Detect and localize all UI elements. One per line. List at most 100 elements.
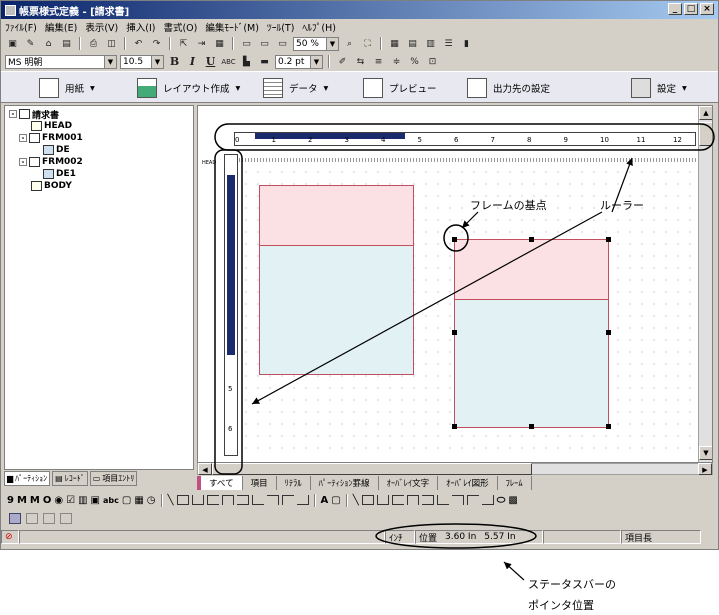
paper-button[interactable]: 用紙 ▾ bbox=[39, 76, 95, 100]
text-box-icon[interactable]: ▢ bbox=[122, 495, 131, 506]
strike-icon[interactable]: ≑ bbox=[389, 55, 404, 68]
vertical-ruler[interactable]: 567 bbox=[224, 154, 238, 456]
bracket-right-icon[interactable] bbox=[421, 495, 434, 505]
bracket-right-icon[interactable] bbox=[236, 495, 249, 505]
tab-overlay-shapes[interactable]: ｵｰﾊﾞﾚｲ図形 bbox=[438, 475, 498, 490]
menu-tools[interactable]: ﾂｰﾙ(T) bbox=[267, 20, 294, 34]
line-width-select[interactable]: 0.2 pt ▼ bbox=[275, 54, 323, 69]
line-tool-icon[interactable]: ╲ bbox=[168, 495, 174, 506]
preview-button[interactable]: プレビュー bbox=[363, 76, 437, 100]
abc-icon[interactable]: ABC bbox=[221, 55, 236, 68]
menu-view[interactable]: 表示(V) bbox=[85, 20, 118, 34]
resize-handle[interactable] bbox=[606, 330, 611, 335]
corner2-icon[interactable] bbox=[266, 495, 279, 505]
menu-file[interactable]: ﾌｧｲﾙ(F) bbox=[5, 20, 37, 34]
tree-node-de1[interactable]: DE1 bbox=[43, 168, 76, 180]
frame-icon[interactable]: ⊡ bbox=[425, 55, 440, 68]
list-icon[interactable]: ☰ bbox=[441, 37, 456, 50]
collapse-icon[interactable]: - bbox=[19, 134, 27, 142]
tab-partition[interactable]: ▆ ﾊﾟｰﾃｨｼｮﾝ bbox=[4, 471, 51, 486]
corner3-icon[interactable] bbox=[281, 495, 294, 505]
image-icon[interactable]: ▣ bbox=[91, 495, 100, 506]
bold-button[interactable]: B bbox=[167, 55, 182, 68]
align-icon[interactable]: ⇆ bbox=[353, 55, 368, 68]
table2-icon[interactable]: ▤ bbox=[405, 37, 420, 50]
layout-button[interactable]: レイアウト作成 ▾ bbox=[137, 76, 240, 100]
frame-frm002[interactable] bbox=[454, 239, 609, 428]
align2-icon[interactable]: ≡ bbox=[371, 55, 386, 68]
window3-icon[interactable]: ▭ bbox=[275, 37, 290, 50]
clock-icon[interactable]: ◷ bbox=[147, 495, 156, 506]
scroll-thumb[interactable] bbox=[212, 463, 532, 475]
scroll-up-icon[interactable]: ▲ bbox=[699, 106, 712, 120]
open-icon[interactable]: ⌂ bbox=[41, 37, 56, 50]
scroll-left-icon[interactable]: ◀ bbox=[198, 463, 212, 475]
fill-color-icon[interactable]: ▙ bbox=[239, 55, 254, 68]
rect-tool-icon[interactable] bbox=[361, 495, 374, 505]
document-icon[interactable]: ▤ bbox=[59, 37, 74, 50]
collapse-icon[interactable]: - bbox=[9, 110, 17, 118]
pointer-icon[interactable]: ⇱ bbox=[176, 37, 191, 50]
bars-icon[interactable]: ▮ bbox=[459, 37, 474, 50]
ellipse-tool-icon[interactable]: ⬭ bbox=[497, 495, 506, 506]
page-icon[interactable] bbox=[9, 512, 21, 524]
brush-icon[interactable]: ✐ bbox=[335, 55, 350, 68]
mixed-field-tool[interactable]: M bbox=[17, 495, 27, 506]
overlay-textbox-icon[interactable]: ▢ bbox=[331, 495, 340, 506]
font-select[interactable]: MS 明朝 ▼ bbox=[5, 54, 117, 69]
scroll-down-icon[interactable]: ▼ bbox=[699, 446, 712, 460]
resize-handle[interactable] bbox=[606, 237, 611, 242]
grid-icon[interactable]: ▦ bbox=[212, 37, 227, 50]
bracket-top-icon[interactable] bbox=[406, 495, 419, 505]
undo-icon[interactable]: ↶ bbox=[131, 37, 146, 50]
scroll-thumb[interactable] bbox=[699, 122, 712, 146]
radio-icon[interactable]: ◉ bbox=[54, 495, 63, 506]
tab-all[interactable]: すべて bbox=[197, 475, 243, 490]
redo-icon[interactable]: ↷ bbox=[149, 37, 164, 50]
insert-icon[interactable]: ⇥ bbox=[194, 37, 209, 50]
mixed-field-tool-2[interactable]: M bbox=[30, 495, 40, 506]
window-icon[interactable]: ▭ bbox=[239, 37, 254, 50]
bracket-top-icon[interactable] bbox=[221, 495, 234, 505]
tree-node-frm001[interactable]: - FRM001 bbox=[19, 132, 83, 144]
corner-icon[interactable] bbox=[251, 495, 264, 505]
frame-origin-handle[interactable] bbox=[452, 237, 457, 242]
edit-icon[interactable]: ✎ bbox=[23, 37, 38, 50]
line-color-icon[interactable]: ▬ bbox=[257, 55, 272, 68]
resize-handle[interactable] bbox=[452, 424, 457, 429]
corner4-icon[interactable] bbox=[481, 495, 494, 505]
table-icon[interactable]: ▦ bbox=[387, 37, 402, 50]
resize-handle[interactable] bbox=[606, 424, 611, 429]
menu-help[interactable]: ﾍﾙﾌﾟ(H) bbox=[302, 20, 336, 34]
barcode-icon[interactable]: ▥ bbox=[78, 495, 87, 506]
tree-node-body[interactable]: BODY bbox=[31, 180, 72, 192]
minimize-button[interactable]: _ bbox=[668, 3, 682, 15]
zoom-select[interactable]: 50 % ▼ bbox=[293, 36, 339, 51]
corner-icon[interactable] bbox=[436, 495, 449, 505]
close-button[interactable]: × bbox=[700, 3, 714, 15]
zoom-icon[interactable]: ⌕ bbox=[342, 37, 357, 50]
frame-frm001[interactable] bbox=[259, 185, 414, 375]
font-size-select[interactable]: 10.5 ▼ bbox=[120, 54, 164, 69]
page3-icon[interactable] bbox=[43, 512, 55, 524]
menu-format[interactable]: 書式(O) bbox=[163, 20, 197, 34]
bracket-left-icon[interactable] bbox=[391, 495, 404, 505]
rect-tool-icon[interactable] bbox=[176, 495, 189, 505]
tree-node-invoice[interactable]: - 請求書 bbox=[9, 108, 59, 121]
picture-tool-icon[interactable]: ▩ bbox=[508, 495, 517, 506]
resize-handle[interactable] bbox=[452, 330, 457, 335]
tree-node-frm002[interactable]: - FRM002 bbox=[19, 156, 83, 168]
corner4-icon[interactable] bbox=[296, 495, 309, 505]
resize-handle[interactable] bbox=[529, 237, 534, 242]
tab-partition-lines[interactable]: ﾊﾟｰﾃｨｼｮﾝ罫線 bbox=[310, 475, 379, 490]
page2-icon[interactable] bbox=[26, 512, 38, 524]
tab-field-entry[interactable]: ▭ 項目ｴﾝﾄﾘ bbox=[89, 471, 138, 486]
tab-fields[interactable]: 項目 bbox=[242, 475, 277, 490]
settings-button[interactable]: 設定 ▾ bbox=[631, 76, 687, 100]
print-preview-icon[interactable]: ◫ bbox=[104, 37, 119, 50]
vertical-scrollbar[interactable]: ▲ ▼ bbox=[698, 106, 712, 462]
percent-icon[interactable]: % bbox=[407, 55, 422, 68]
print-icon[interactable]: ⎙ bbox=[86, 37, 101, 50]
data-button[interactable]: データ ▾ bbox=[263, 76, 328, 100]
page4-icon[interactable] bbox=[60, 512, 72, 524]
